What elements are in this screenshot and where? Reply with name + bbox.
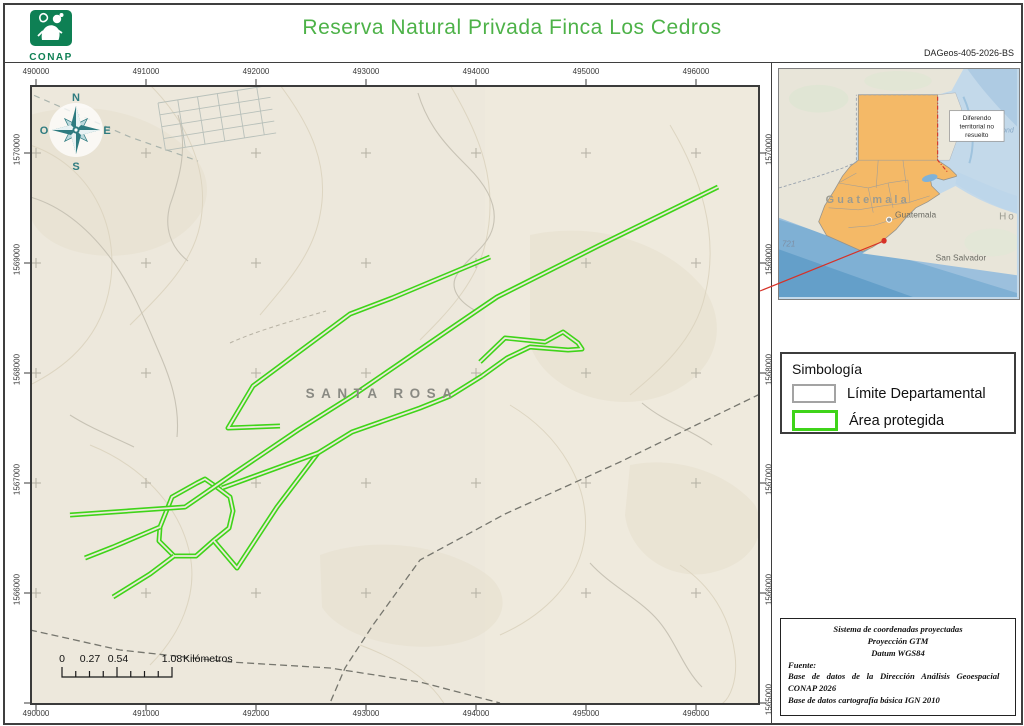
scalebar-unit: Kilómetros	[183, 653, 233, 665]
crs-line: Sistema de coordenadas proyectadas	[788, 624, 1008, 636]
axis-label: 494000	[446, 67, 506, 76]
map-canvas: SANTA ROSA N E S O 0 0.27	[30, 85, 760, 705]
crs-line: Proyección GTM	[788, 636, 1008, 648]
axis-label: 490000	[6, 67, 66, 76]
inset-note-line: Diferendo	[963, 115, 992, 122]
axis-label: 1570000	[765, 120, 774, 180]
inset-note-line: territorial no	[960, 123, 995, 130]
axis-label: 1570000	[13, 120, 22, 180]
axis-label: 492000	[226, 709, 286, 718]
inset-location-dot	[882, 238, 887, 243]
compass-e: E	[103, 125, 110, 137]
doc-code: DAGeos-405-2026-BS	[724, 48, 1014, 58]
map-graphic: SANTA ROSA N E S O 0 0.27	[32, 87, 758, 703]
axis-label: 1569000	[765, 230, 774, 290]
axis-label: 1568000	[13, 340, 22, 400]
page-title: Reserva Natural Privada Finca Los Cedros	[0, 16, 1024, 40]
axis-label: 1568000	[765, 340, 774, 400]
axis-label: 493000	[336, 67, 396, 76]
scalebar-tick-label: 0.27	[80, 653, 101, 665]
inset-country-label: Guatemala	[826, 194, 910, 206]
map-info-box: Sistema de coordenadas proyectadas Proye…	[780, 618, 1016, 716]
source-line: Fuente:	[788, 660, 1008, 672]
compass-s: S	[72, 161, 79, 173]
inset-capital-label: Guatemala	[895, 210, 936, 220]
legend-label: Área protegida	[849, 413, 944, 429]
source-line: CONAP 2026	[788, 683, 1008, 695]
axis-label: 496000	[666, 709, 726, 718]
inset-depth-label: 721	[782, 239, 795, 248]
inset-map: Guatemala Guatemala San Salvador Ho Hond…	[778, 68, 1020, 300]
axis-label: 491000	[116, 67, 176, 76]
legend-item-protected: Área protegida	[792, 410, 1004, 431]
legend-swatch-protected	[792, 410, 838, 431]
header-divider	[3, 62, 1021, 63]
left-axis: 1570000 1569000 1568000 1567000 1566000	[10, 85, 26, 725]
inset-city-label: San Salvador	[936, 252, 987, 262]
axis-label: 495000	[556, 67, 616, 76]
bottom-axis: 490000 491000 492000 493000 494000 49500…	[30, 709, 760, 721]
axis-label: 1566000	[13, 560, 22, 620]
axis-label: 495000	[556, 709, 616, 718]
compass-o: O	[40, 125, 49, 137]
axis-label: 1567000	[13, 450, 22, 510]
inset-capital-dot	[887, 217, 892, 222]
conap-logo-caption: CONAP	[20, 52, 82, 63]
inset-map-graphic: Guatemala Guatemala San Salvador Ho Hond…	[779, 69, 1017, 297]
inset-note-line: resuelto	[965, 132, 989, 139]
inset-note-box: Diferendo territorial no resuelto	[950, 111, 1005, 142]
axis-label: 492000	[226, 67, 286, 76]
axis-label: 1569000	[13, 230, 22, 290]
top-axis: 490000 491000 492000 493000 494000 49500…	[30, 67, 760, 79]
legend: Simbología Límite Departamental Área pro…	[780, 352, 1016, 434]
place-label: SANTA ROSA	[306, 386, 459, 401]
legend-swatch-departmental	[792, 384, 836, 403]
axis-label: 1566000	[765, 560, 774, 620]
inset-honduras-label: Ho	[999, 212, 1016, 223]
axis-label: 493000	[336, 709, 396, 718]
axis-label: 1565000	[765, 670, 774, 726]
axis-label: 491000	[116, 709, 176, 718]
crs-line: Datum WGS84	[788, 648, 1008, 660]
scalebar-tick-label: 0.54	[108, 653, 129, 665]
legend-title: Simbología	[792, 361, 1004, 377]
map-sheet: CONAP Reserva Natural Privada Finca Los …	[0, 0, 1024, 726]
source-line: Base de datos cartografía básica IGN 201…	[788, 695, 1008, 707]
axis-label: 496000	[666, 67, 726, 76]
scalebar-tick-label: 1.08	[162, 653, 183, 665]
axis-label: 494000	[446, 709, 506, 718]
source-line: Base de datos de la Dirección Análisis G…	[788, 671, 1008, 683]
scalebar-tick-label: 0	[59, 653, 65, 665]
legend-item-departmental: Límite Departamental	[792, 384, 1004, 403]
compass-n: N	[72, 92, 80, 104]
right-axis: 1570000 1569000 1568000 1567000 1566000 …	[762, 85, 778, 725]
axis-label: 1567000	[765, 450, 774, 510]
legend-label: Límite Departamental	[847, 386, 986, 402]
